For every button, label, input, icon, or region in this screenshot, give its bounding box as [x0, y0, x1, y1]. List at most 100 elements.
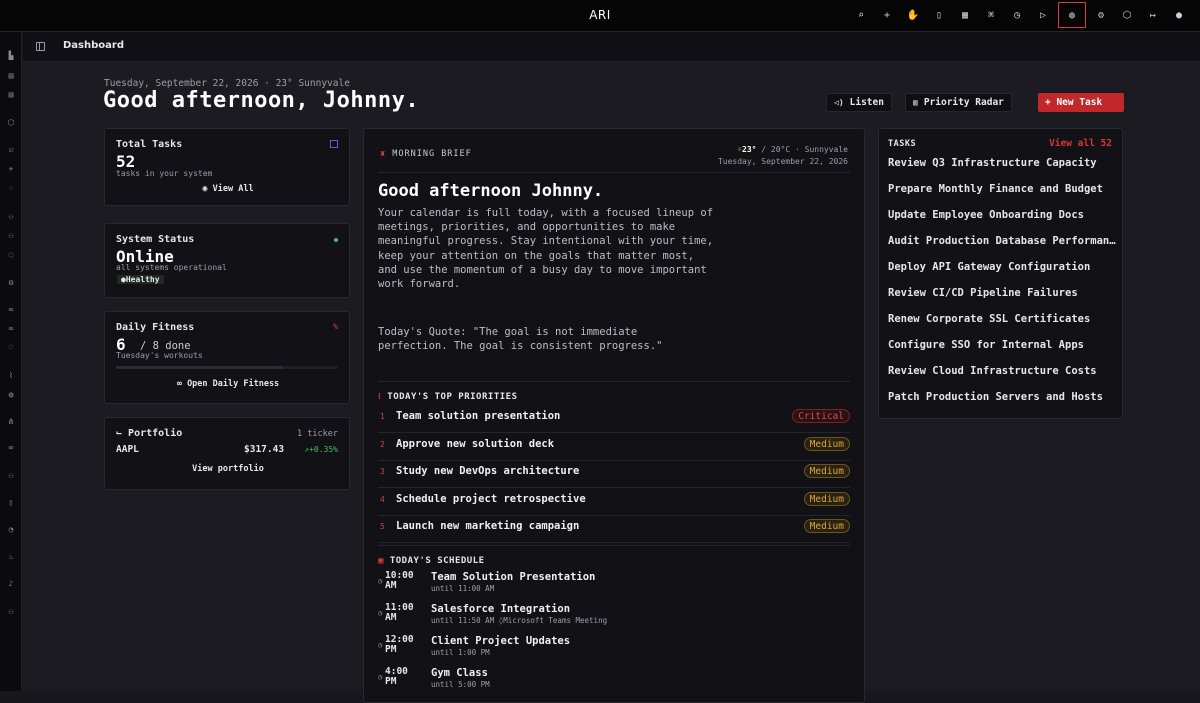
priority-label: Schedule project retrospective — [396, 492, 586, 505]
new-task-label: + New Task — [1045, 97, 1103, 108]
brief-temp-c: / 20°C · Sunnyvale — [761, 145, 848, 154]
calendar-icon[interactable]: ▤ — [4, 88, 18, 102]
database-icon[interactable]: ▤ — [4, 69, 18, 83]
schedule-title-text: TODAY'S SCHEDULE — [389, 556, 485, 566]
listen-label: Listen — [849, 97, 884, 108]
globe-icon[interactable]: ◍ — [4, 388, 18, 402]
brief-temp-line: ☼23° / 20°C · Sunnyvale — [718, 144, 848, 156]
palette-icon[interactable]: ◍ — [1058, 2, 1086, 28]
brief-label: ♜ MORNING BRIEF — [380, 149, 472, 159]
task-item[interactable]: Patch Production Servers and Hosts — [888, 391, 1116, 403]
main-content: Tuesday, September 22, 2026 · 23° Sunnyv… — [23, 62, 1200, 703]
view-all-tasks-button[interactable]: View all 52 — [1049, 138, 1112, 149]
schedule-title: ▣ TODAY'S SCHEDULE — [378, 556, 485, 566]
schedule-item[interactable]: ◷ 4:00 PM Gym Class until 5:00 PM — [378, 667, 850, 699]
task-item[interactable]: Renew Corporate SSL Certificates — [888, 313, 1116, 325]
group-icon[interactable]: ∞ — [4, 441, 18, 455]
listen-button[interactable]: ◁) Listen — [826, 93, 892, 112]
schedule-time: 4:00 PM — [385, 667, 408, 687]
check-icon[interactable]: ☑ — [4, 143, 18, 157]
chat-icon[interactable]: ◌ — [4, 248, 18, 262]
brief-weather: ☼23° / 20°C · Sunnyvale Tuesday, Septemb… — [718, 144, 848, 168]
daily-fitness-card: Daily Fitness % 6 / 8 done Tuesday's wor… — [104, 311, 350, 404]
task-item[interactable]: Review Q3 Infrastructure Capacity — [888, 157, 1116, 169]
chart-icon[interactable]: ▙ — [4, 49, 18, 63]
priority-row[interactable]: 5 Launch new marketing campaign Medium — [378, 516, 850, 543]
sidebar: ▙ ▤ ▤ ⬡ ☑ ✈ ♢ ⚇ ⚇ ◌ ⚙ ∞ ∞ ♡ ⌇ ◍ ⋔ ∞ ⚇ ▯ ◔ ♨ ♪ ⚇ — [0, 32, 22, 691]
cube-icon[interactable]: ⬡ — [1116, 4, 1138, 26]
task-item[interactable]: Configure SSO for Internal Apps — [888, 339, 1116, 351]
fitness-title: Daily Fitness — [116, 322, 195, 333]
search-icon[interactable]: ⌕ — [850, 4, 872, 26]
priority-row[interactable]: 1 Team solution presentation Critical — [378, 406, 850, 433]
priority-number: 2 — [380, 439, 385, 449]
schedule-item[interactable]: ◷ 11:00 AM Salesforce Integration until 11:5… — [378, 603, 850, 635]
priority-row[interactable]: 2 Approve new solution deck Medium — [378, 434, 850, 461]
priority-number: 3 — [380, 467, 385, 476]
schedule-time: 12:00 PM — [385, 635, 414, 655]
fitness-progress-track — [116, 366, 338, 369]
task-item[interactable]: Update Employee Onboarding Docs — [888, 209, 1116, 221]
user-icon[interactable]: ● — [1168, 4, 1190, 26]
view-portfolio-link[interactable]: View portfolio — [105, 464, 351, 474]
heart-icon[interactable]: ♡ — [4, 341, 18, 355]
bell-icon[interactable]: ♢ — [4, 182, 18, 196]
task-item[interactable]: Prepare Monthly Finance and Budget — [888, 183, 1116, 195]
link2-icon[interactable]: ∞ — [4, 322, 18, 336]
priority-radar-label: Priority Radar — [923, 97, 1004, 108]
robot-icon[interactable]: ⚙ — [4, 276, 18, 290]
bar-chart-icon: ▥ — [913, 98, 918, 107]
task-item[interactable]: Review CI/CD Pipeline Failures — [888, 287, 1116, 299]
file-icon[interactable]: ▯ — [928, 4, 950, 26]
sidebar-toggle-icon[interactable] — [36, 42, 45, 51]
gear-icon[interactable]: ⚙ — [1090, 4, 1112, 26]
task-item[interactable]: Audit Production Database Performance — [888, 235, 1116, 247]
book-icon[interactable]: ▯ — [4, 496, 18, 510]
schedule-title: Team Solution Presentation — [431, 571, 596, 583]
people-icon[interactable]: ⚇ — [4, 605, 18, 619]
team-icon[interactable]: ⚇ — [4, 229, 18, 243]
logout-icon[interactable]: ↦ — [1142, 4, 1164, 26]
cube-icon[interactable]: ⬡ — [4, 116, 18, 130]
divider — [378, 545, 850, 546]
priority-row[interactable]: 4 Schedule project retrospective Medium — [378, 489, 850, 516]
speaker-icon: ◁) — [834, 98, 844, 107]
schedule-time-ampm: PM — [385, 644, 397, 655]
priority-radar-button[interactable]: ▥ Priority Radar — [905, 93, 1012, 112]
link-chain-icon: ∞ — [176, 379, 188, 389]
portfolio-title: ⌙ Portfolio — [116, 428, 182, 439]
schedule-title: Client Project Updates — [431, 635, 571, 647]
open-fitness-link[interactable]: ∞ Open Daily Fitness — [105, 379, 351, 389]
hand-icon[interactable]: ✋ — [902, 4, 924, 26]
plus-icon[interactable]: + — [876, 4, 898, 26]
trend-icon[interactable]: ⌇ — [4, 369, 18, 383]
command-icon[interactable]: ⌘ — [980, 4, 1002, 26]
priority-badge: Medium — [803, 436, 850, 451]
gauge-icon[interactable]: ◔ — [4, 523, 18, 537]
portfolio-count: 1 ticker — [297, 429, 338, 439]
network-icon[interactable]: ⋔ — [4, 415, 18, 429]
total-tasks-title: Total Tasks — [116, 139, 183, 150]
view-all-tasks-link[interactable]: ◉ View All — [105, 184, 351, 194]
fitness-progress-fill — [116, 366, 283, 369]
flame-icon[interactable]: ♨ — [4, 550, 18, 564]
link-icon[interactable]: ∞ — [4, 303, 18, 317]
task-item[interactable]: Review Cloud Infrastructure Costs — [888, 365, 1116, 377]
play-icon[interactable]: ▷ — [1032, 4, 1054, 26]
priority-row[interactable]: 3 Study new DevOps architecture Medium — [378, 461, 850, 488]
music-icon[interactable]: ♪ — [4, 577, 18, 591]
rocket-icon[interactable]: ✈ — [4, 162, 18, 176]
new-task-button[interactable]: + New Task — [1038, 93, 1124, 112]
checkbox-icon — [330, 140, 338, 148]
total-tasks-sub: tasks in your system — [116, 169, 213, 178]
calendar-grid-icon[interactable]: ▦ — [954, 4, 976, 26]
portfolio-card: ⌙ Portfolio 1 ticker AAPL $317.43 ↗+0.35… — [104, 417, 350, 490]
person-icon[interactable]: ⚇ — [4, 469, 18, 483]
schedule-item[interactable]: ◷ 10:00 AM Team Solution Presentation until … — [378, 571, 850, 603]
task-item[interactable]: Deploy API Gateway Configuration — [888, 261, 1116, 273]
clock-icon[interactable]: ◷ — [1006, 4, 1028, 26]
chart-line-icon: ⌙ — [116, 428, 129, 439]
schedule-item[interactable]: ◷ 12:00 PM Client Project Updates until 1:00… — [378, 635, 850, 667]
priority-label: Team solution presentation — [396, 410, 561, 422]
users-icon[interactable]: ⚇ — [4, 210, 18, 224]
